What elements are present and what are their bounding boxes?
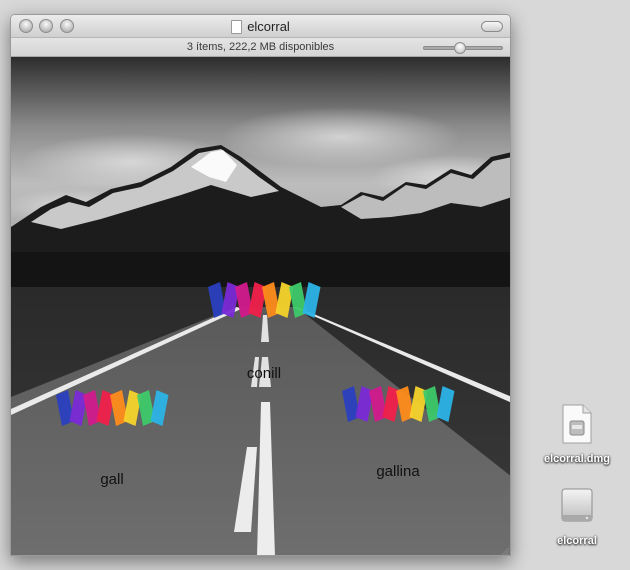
disk-image-file-icon[interactable] (561, 404, 593, 444)
folder-proxy-icon[interactable] (231, 19, 243, 34)
icon-size-slider[interactable] (423, 42, 503, 54)
window-title: elcorral (247, 19, 290, 34)
colorful-zigzag-logo-icon[interactable] (338, 383, 458, 423)
folder-content[interactable]: conill gall gallina (11, 57, 510, 556)
resize-grip-icon[interactable] (499, 546, 509, 556)
file-item-conill[interactable]: conill (204, 279, 324, 383)
colorful-zigzag-logo-icon[interactable] (52, 387, 172, 427)
toolbar-toggle-button[interactable] (481, 21, 503, 32)
icon-size-slider-knob[interactable] (454, 42, 466, 54)
desktop-label-dmg[interactable]: elcorral.dmg (532, 453, 622, 465)
file-item-gallina[interactable]: gallina (338, 383, 458, 481)
mounted-drive-icon[interactable] (559, 488, 595, 526)
colorful-zigzag-logo-icon[interactable] (204, 279, 324, 319)
desktop-item-dmg[interactable]: elcorral.dmg (532, 404, 622, 465)
file-label-conill[interactable]: conill (247, 365, 281, 382)
status-bar: 3 ítems, 222,2 MB disponibles (11, 38, 510, 57)
file-item-gall[interactable]: gall (52, 387, 172, 489)
file-label-gall[interactable]: gall (100, 471, 123, 488)
title-bar[interactable]: elcorral (11, 15, 510, 38)
desktop-item-volume[interactable]: elcorral (532, 488, 622, 547)
file-label-gallina[interactable]: gallina (376, 463, 419, 480)
finder-window[interactable]: elcorral 3 ítems, 222,2 MB disponibles c… (10, 14, 511, 556)
desktop-label-volume[interactable]: elcorral (532, 535, 622, 547)
